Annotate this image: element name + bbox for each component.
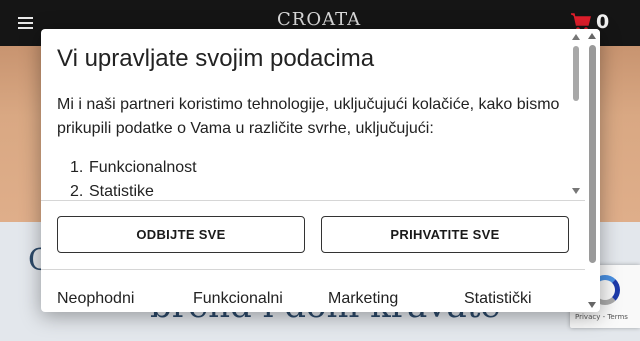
tab-funkcionalni[interactable]: Funkcionalni: [193, 290, 283, 308]
scroll-down-icon[interactable]: [572, 188, 580, 194]
site-logo[interactable]: CROATA: [277, 9, 361, 30]
purpose-number: 1.: [70, 159, 84, 176]
purpose-item: 1. Funkcionalnost: [70, 156, 197, 180]
consent-intro: Mi i naši partneri koristimo tehnologije…: [57, 96, 560, 137]
recaptcha-links[interactable]: Privacy - Terms: [575, 313, 628, 321]
description-scrollbar[interactable]: [569, 32, 583, 197]
purpose-list: 1. Funkcionalnost 2. Statistike: [70, 156, 197, 204]
cookie-consent-dialog: Vi upravljate svojim podacima Mi i naši …: [41, 29, 600, 312]
consent-category-tabs: Neophodni Funkcionalni Marketing Statist…: [57, 290, 577, 312]
consent-title: Vi upravljate svojim podacima: [57, 45, 375, 72]
scrollbar-thumb[interactable]: [589, 45, 596, 263]
divider: [41, 200, 585, 201]
scroll-up-icon[interactable]: [588, 33, 596, 39]
tab-neophodni[interactable]: Neophodni: [57, 290, 134, 308]
tab-marketing[interactable]: Marketing: [328, 290, 398, 308]
purpose-label: Funkcionalnost: [89, 159, 197, 176]
accept-all-button[interactable]: PRIHVATITE SVE: [321, 216, 569, 253]
consent-content: Vi upravljate svojim podacima Mi i naši …: [41, 29, 585, 312]
scrollbar-thumb[interactable]: [573, 46, 579, 101]
hamburger-icon[interactable]: [18, 17, 33, 29]
divider: [41, 269, 585, 270]
dialog-scrollbar[interactable]: [585, 29, 600, 312]
reject-all-button[interactable]: ODBIJTE SVE: [57, 216, 305, 253]
scroll-down-icon[interactable]: [588, 302, 596, 308]
purpose-label: Statistike: [89, 183, 154, 200]
tab-statisticki[interactable]: Statistički: [464, 290, 532, 308]
scroll-up-icon[interactable]: [572, 34, 580, 40]
